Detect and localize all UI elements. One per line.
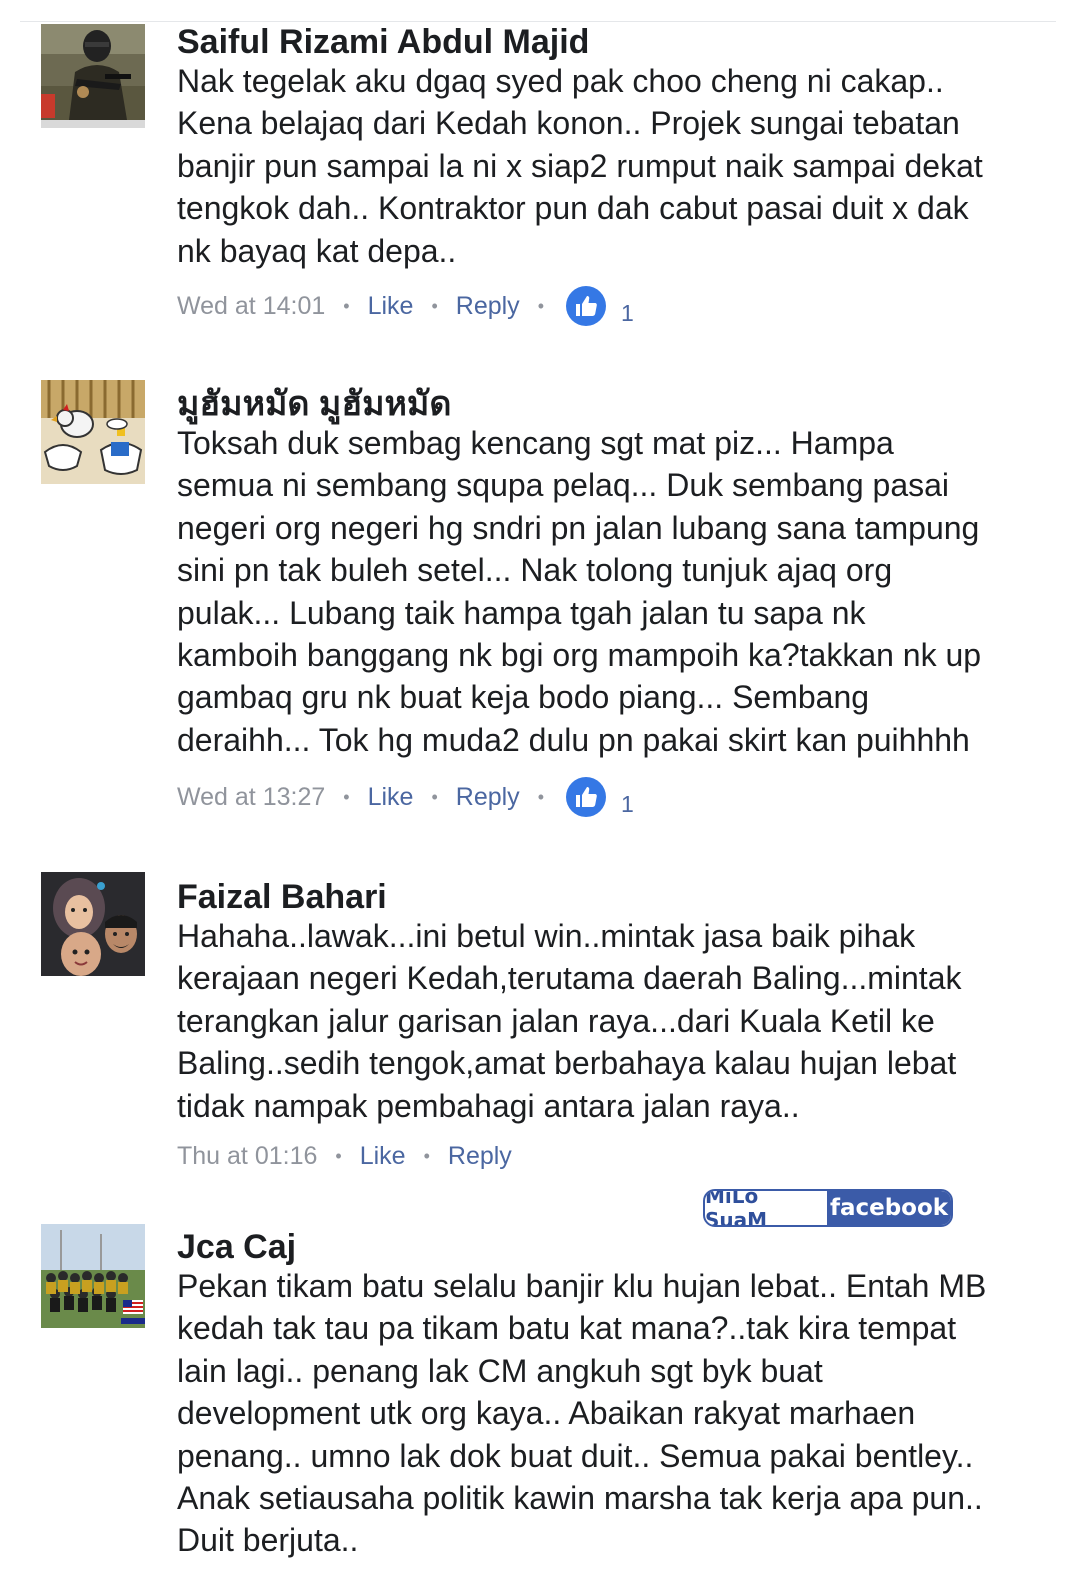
reply-button[interactable]: Reply <box>456 783 520 812</box>
comment-author-name[interactable]: มูฮัมหมัด มูฮัมหมัด <box>177 384 451 424</box>
comment-text-line: kerajaan negeri Kedah,terutama daerah Ba… <box>177 960 962 997</box>
comment-timestamp[interactable]: Thu at 01:16 <box>177 1142 317 1171</box>
separator-dot: • <box>537 295 544 316</box>
comment-text-line: development utk org kaya.. Abaikan rakya… <box>177 1395 916 1432</box>
comment-text-line: deraihh... Tok hg muda2 dulu pn pakai sk… <box>177 721 970 758</box>
facebook-logo: facebook <box>827 1191 951 1225</box>
soldier-photo-icon[interactable] <box>41 24 145 128</box>
comment-author-name[interactable]: Saiful Rizami Abdul Majid <box>177 22 589 62</box>
separator-dot: • <box>335 1145 342 1166</box>
comment-text-line: negeri org negeri hg sndri pn jalan luba… <box>177 509 980 546</box>
thumbs-up-icon[interactable] <box>566 286 606 326</box>
comment-text: Hahaha..lawak...ini betul win..mintak ja… <box>177 915 1057 1127</box>
like-button[interactable]: Like <box>368 783 414 812</box>
comment-meta: Thu at 01:16 • Like • Reply <box>177 1136 512 1176</box>
comment-text-line: gambaq gru nk buat keja bodo piang... Se… <box>177 679 870 716</box>
comment-text-line: Nak tegelak aku dgaq syed pak choo cheng… <box>177 63 944 99</box>
comment-meta: Wed at 13:27 • Like • Reply • 1 <box>177 777 634 817</box>
comment-author-name[interactable]: Jca Caj <box>177 1227 296 1267</box>
reply-button[interactable]: Reply <box>448 1142 512 1171</box>
comment-text-line: lain lagi.. penang lak CM angkuh sgt byk… <box>177 1352 823 1389</box>
comment-text-line: nk bayaq kat depa.. <box>177 232 457 269</box>
comment-text-line: tengkok dah.. Kontraktor pun dah cabut p… <box>177 190 969 227</box>
comment-text-line: Anak setiausaha politik kawin marsha tak… <box>177 1480 983 1517</box>
comment-text-line: pulak... Lubang taik hampa tgah jalan tu… <box>177 594 866 631</box>
group-photo-icon[interactable] <box>41 1224 145 1328</box>
comment-text-line: tidak nampak pembahagi antara jalan raya… <box>177 1087 800 1124</box>
separator-dot: • <box>343 295 350 316</box>
comment-text-line: Toksah duk sembag kencang sgt mat piz...… <box>177 425 894 461</box>
comment-text-line: Duit berjuta.. <box>177 1522 359 1559</box>
comment-text: Nak tegelak aku dgaq syed pak choo cheng… <box>177 60 1057 272</box>
cartoon-chicken-icon[interactable] <box>41 380 145 484</box>
thumbs-up-icon[interactable] <box>566 777 606 817</box>
separator-dot: • <box>431 786 438 807</box>
separator-dot: • <box>431 295 438 316</box>
separator-dot: • <box>423 1145 430 1166</box>
comment-text-line: kedah tak tau pa tikam batu kat mana?..t… <box>177 1310 957 1347</box>
comment-text-line: Pekan tikam batu selalu banjir klu hujan… <box>177 1268 987 1304</box>
comment-timestamp[interactable]: Wed at 14:01 <box>177 292 325 321</box>
like-button[interactable]: Like <box>360 1142 406 1171</box>
comment-text-line: sini pn tak buleh setel... Nak tolong tu… <box>177 552 893 589</box>
reaction-count[interactable]: 1 <box>621 300 634 327</box>
family-photo-icon[interactable] <box>41 872 145 976</box>
separator-dot: • <box>537 786 544 807</box>
comment-timestamp[interactable]: Wed at 13:27 <box>177 783 325 812</box>
watermark-label: MiLo SuaM <box>705 1189 768 1227</box>
comment-text: Pekan tikam batu selalu banjir klu hujan… <box>177 1265 1057 1562</box>
separator-dot: • <box>343 786 350 807</box>
comment-text-line: Baling..sedih tengok,amat berbahaya kala… <box>177 1045 957 1082</box>
comment-text: Toksah duk sembag kencang sgt mat piz...… <box>177 422 1057 761</box>
comment-text-line: Kena belajaq dari Kedah konon.. Projek s… <box>177 105 960 142</box>
reaction-count[interactable]: 1 <box>621 791 634 818</box>
comment-text-line: semua ni sembang squpa pelaq... Duk semb… <box>177 467 950 504</box>
watermark-badge: MiLo SuaM facebook <box>703 1189 953 1227</box>
comment-author-name[interactable]: Faizal Bahari <box>177 877 387 917</box>
comment-text-line: banjir pun sampai la ni x siap2 rumput n… <box>177 147 983 184</box>
comment-text-line: kamboih banggang nk bgi org mampoih ka?t… <box>177 637 982 674</box>
comment-text-line: terangkan jalur garisan jalan raya...dar… <box>177 1002 935 1039</box>
comment-text-line: Hahaha..lawak...ini betul win..mintak ja… <box>177 918 916 954</box>
comment-meta: Wed at 14:01 • Like • Reply • 1 <box>177 286 634 326</box>
reply-button[interactable]: Reply <box>456 292 520 321</box>
comment-text-line: penang.. umno lak dok buat duit.. Semua … <box>177 1437 974 1474</box>
like-button[interactable]: Like <box>368 292 414 321</box>
